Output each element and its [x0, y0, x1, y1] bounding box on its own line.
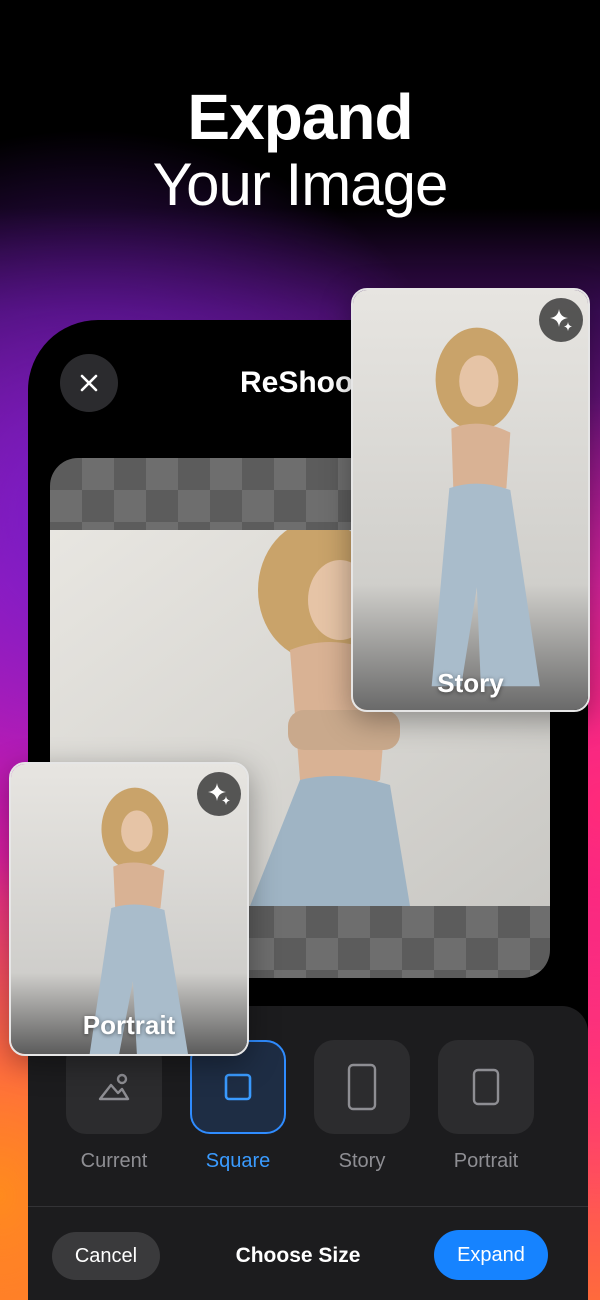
- landscape-photo-icon: [98, 1073, 130, 1101]
- promo-headline: Expand Your Image: [0, 82, 600, 218]
- headline-regular: Your Image: [152, 151, 449, 218]
- close-icon: [80, 374, 98, 392]
- story-card-label: Story: [437, 668, 504, 698]
- cancel-button[interactable]: Cancel: [52, 1232, 160, 1280]
- portrait-rectangle-icon: [472, 1068, 500, 1106]
- close-button[interactable]: [60, 354, 118, 412]
- sparkle-icon: [208, 783, 230, 805]
- portrait-preview-card: Portrait: [9, 762, 249, 1056]
- sparkle-badge: [539, 298, 583, 342]
- size-option-story[interactable]: Story: [314, 1040, 410, 1173]
- story-preview-card: Story: [351, 288, 590, 712]
- tall-rectangle-icon: [347, 1063, 377, 1111]
- sparkle-badge: [197, 772, 241, 816]
- size-tile-portrait: [438, 1040, 534, 1134]
- size-option-label: Square: [205, 1150, 271, 1172]
- headline-bold: Expand: [187, 81, 413, 153]
- size-option-square[interactable]: Square: [190, 1040, 286, 1173]
- size-option-label: Portrait: [453, 1150, 519, 1172]
- square-frame-icon: [224, 1073, 252, 1101]
- portrait-card-label: Portrait: [82, 1010, 176, 1040]
- size-option-portrait[interactable]: Portrait: [438, 1040, 534, 1173]
- size-option-current[interactable]: Current: [66, 1040, 162, 1173]
- choose-size-title: Choose Size: [235, 1244, 361, 1267]
- size-option-label: Current: [80, 1150, 148, 1172]
- size-option-label: Story: [338, 1150, 386, 1172]
- size-tile-story: [314, 1040, 410, 1134]
- panel-divider: [28, 1206, 588, 1207]
- app-title: ReShoot: [240, 366, 364, 399]
- expand-button[interactable]: Expand: [434, 1230, 548, 1280]
- story-photo: [353, 290, 588, 710]
- sparkle-icon: [550, 309, 572, 331]
